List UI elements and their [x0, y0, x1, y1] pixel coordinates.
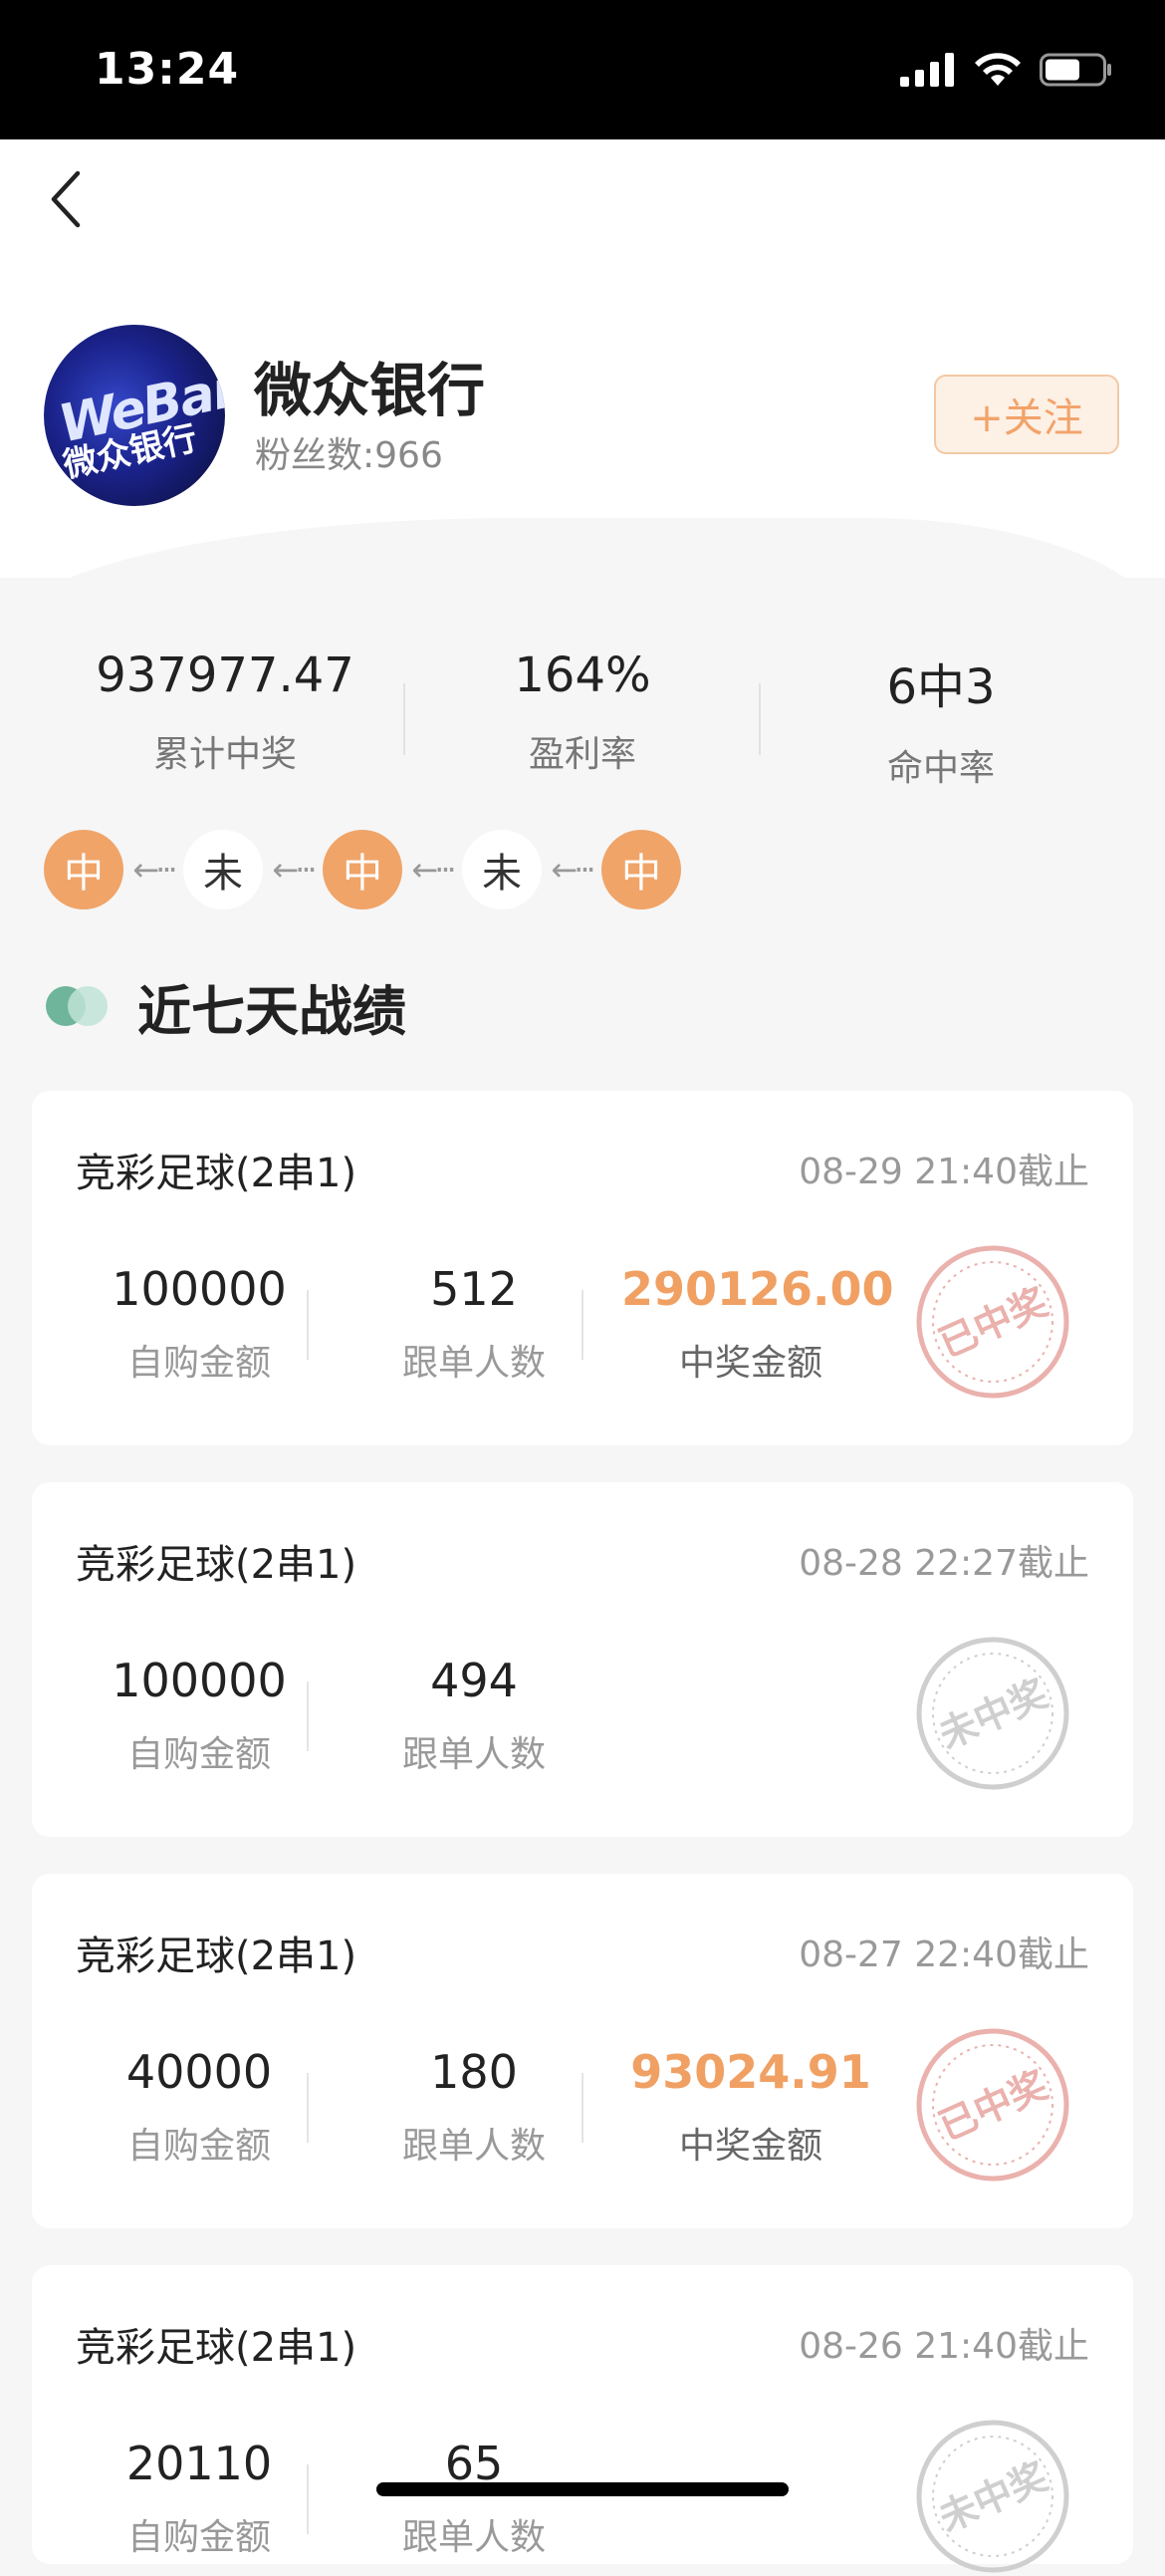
section-title: 近七天战绩 — [137, 979, 406, 1043]
metric-followers: 512 跟单人数 — [345, 1262, 603, 1386]
record-deadline: 08-27 22:40截止 — [799, 1934, 1089, 1975]
recent-results: 中 ←··· 未 ←··· 中 ←··· 未 ←··· 中 — [44, 830, 681, 909]
metric-value: 290126.00 — [621, 1262, 894, 1316]
record-deadline: 08-26 21:40截止 — [799, 2326, 1089, 2367]
metric-self-amount: 100000 自购金额 — [70, 1262, 329, 1386]
not-won-stamp-icon: 未中奖 — [916, 1637, 1069, 1790]
stat-hit-rate: 6中3 命中率 — [762, 647, 1120, 791]
metric-followers: 180 跟单人数 — [345, 2045, 603, 2169]
record-card[interactable]: 竞彩足球(2串1) 08-29 21:40截止 100000 自购金额 512 … — [32, 1091, 1133, 1445]
result-dot-lose: 未 — [462, 830, 542, 909]
result-dot-lose: 未 — [183, 830, 263, 909]
record-deadline: 08-28 22:27截止 — [799, 1543, 1089, 1584]
stat-label: 盈利率 — [528, 734, 636, 775]
stat-value: 164% — [514, 647, 651, 703]
stat-divider — [759, 683, 761, 755]
stat-label: 命中率 — [886, 748, 995, 789]
metric-label: 中奖金额 — [678, 1343, 822, 1384]
metric-prize: 93024.91 中奖金额 — [621, 2045, 880, 2169]
result-dot-win: 中 — [44, 830, 123, 909]
stamp-text: 未中奖 — [932, 1672, 1053, 1758]
arrow-left-icon: ←··· — [411, 851, 456, 889]
back-button[interactable] — [36, 164, 96, 234]
stat-profit-rate: 164% 盈利率 — [403, 647, 762, 777]
not-won-stamp-icon: 未中奖 — [916, 2420, 1069, 2573]
wifi-icon — [975, 53, 1021, 86]
metric-divider — [582, 2073, 583, 2143]
home-indicator[interactable] — [376, 2482, 789, 2496]
avatar[interactable]: WeBank 微众银行 — [44, 325, 225, 506]
metric-label: 自购金额 — [126, 2517, 271, 2558]
metric-value: 512 — [430, 1262, 518, 1316]
record-type: 竞彩足球(2串1) — [76, 1933, 357, 1979]
cellular-signal-icon — [900, 53, 954, 87]
status-time: 13:24 — [95, 44, 240, 95]
metric-divider — [307, 1290, 309, 1360]
metric-divider — [307, 2073, 309, 2143]
follow-button[interactable]: +关注 — [934, 375, 1119, 454]
stats-row: 937977.47 累计中奖 164% 盈利率 6中3 命中率 — [0, 647, 1165, 797]
metric-followers: 65 跟单人数 — [345, 2437, 603, 2560]
metric-value: 40000 — [125, 2045, 273, 2099]
stamp-text: 已中奖 — [932, 2063, 1053, 2150]
stat-total-prize: 937977.47 累计中奖 — [46, 647, 404, 777]
section-header: 近七天战绩 — [46, 966, 406, 1046]
battery-icon — [1040, 53, 1111, 87]
section-dots-icon — [46, 986, 112, 1026]
metric-label: 自购金额 — [126, 2126, 271, 2167]
arrow-left-icon: ←··· — [132, 851, 177, 889]
status-icons — [900, 52, 1113, 88]
record-card[interactable]: 竞彩足球(2串1) 08-26 21:40截止 20110 自购金额 65 跟单… — [32, 2265, 1133, 2573]
metric-divider — [307, 1681, 309, 1751]
stat-value: 6中3 — [886, 659, 996, 715]
won-stamp-icon: 已中奖 — [916, 2028, 1069, 2182]
metric-label: 自购金额 — [126, 1734, 271, 1775]
metric-divider — [582, 1290, 583, 1360]
record-type: 竞彩足球(2串1) — [76, 2325, 357, 2371]
record-type: 竞彩足球(2串1) — [76, 1151, 357, 1196]
metric-divider — [307, 2464, 309, 2534]
arrow-left-icon: ←··· — [272, 851, 317, 889]
metric-prize: 290126.00 中奖金额 — [621, 1262, 894, 1386]
arrow-left-icon: ←··· — [551, 851, 595, 889]
metric-label: 跟单人数 — [401, 1734, 546, 1775]
record-card[interactable]: 竞彩足球(2串1) 08-27 22:40截止 40000 自购金额 180 跟… — [32, 1874, 1133, 2228]
metric-self-amount: 100000 自购金额 — [70, 1654, 329, 1777]
metric-value: 180 — [430, 2045, 518, 2099]
fans-count: 粉丝数:966 — [255, 435, 443, 476]
chevron-left-icon — [51, 170, 81, 228]
status-bar: 13:24 — [0, 0, 1165, 139]
record-card[interactable]: 竞彩足球(2串1) 08-28 22:27截止 100000 自购金额 494 … — [32, 1482, 1133, 1837]
metric-label: 自购金额 — [126, 1343, 271, 1384]
result-dot-win: 中 — [601, 830, 681, 909]
won-stamp-icon: 已中奖 — [916, 1245, 1069, 1399]
result-dot-win: 中 — [323, 830, 402, 909]
metric-self-amount: 20110 自购金额 — [70, 2437, 329, 2560]
record-type: 竞彩足球(2串1) — [76, 1542, 357, 1588]
metric-value: 494 — [430, 1654, 518, 1707]
metric-value: 100000 — [112, 1262, 287, 1316]
metric-label: 跟单人数 — [401, 2126, 546, 2167]
metric-self-amount: 40000 自购金额 — [70, 2045, 329, 2169]
metric-followers: 494 跟单人数 — [345, 1654, 603, 1777]
metric-value: 20110 — [125, 2437, 273, 2490]
stat-label: 累计中奖 — [152, 734, 297, 775]
record-deadline: 08-29 21:40截止 — [799, 1152, 1089, 1192]
metric-label: 跟单人数 — [401, 2517, 546, 2558]
metric-value: 93024.91 — [630, 2045, 871, 2099]
metric-label: 中奖金额 — [678, 2126, 822, 2167]
metric-label: 跟单人数 — [401, 1343, 546, 1384]
stat-value: 937977.47 — [96, 647, 354, 703]
stamp-text: 未中奖 — [932, 2454, 1053, 2541]
stamp-text: 已中奖 — [932, 1280, 1053, 1367]
profile-name: 微众银行 — [254, 357, 486, 424]
metric-value: 100000 — [112, 1654, 287, 1707]
